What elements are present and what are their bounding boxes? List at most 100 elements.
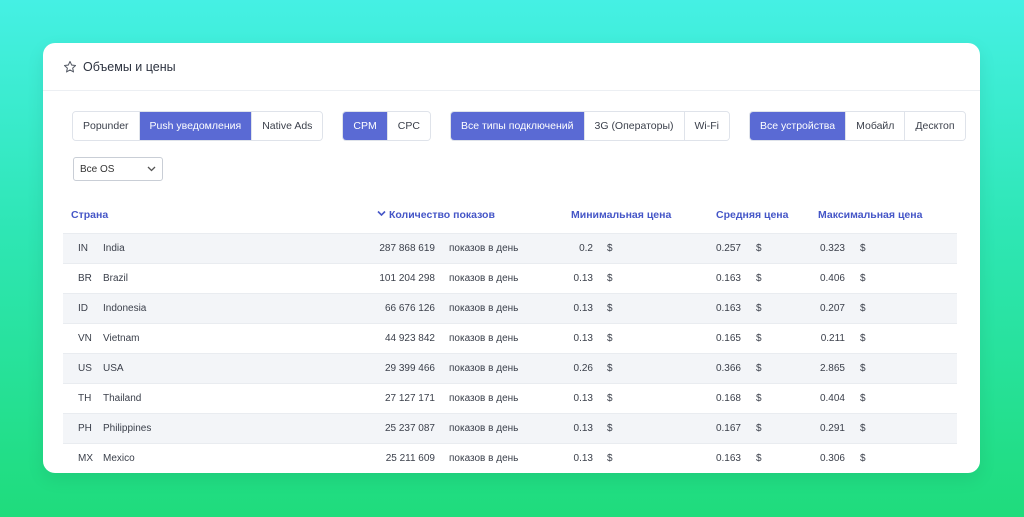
- volumes-table: Страна Количество показов Минимальная це…: [63, 203, 957, 473]
- device-all-button[interactable]: Все устройства: [750, 112, 847, 140]
- avg-price: 0.163: [715, 453, 741, 464]
- max-price-currency: $: [860, 363, 866, 374]
- table-row[interactable]: VN Vietnam 44 923 842 показов в день 0.1…: [63, 323, 957, 353]
- min-price-currency: $: [607, 363, 613, 374]
- max-price-currency: $: [860, 303, 866, 314]
- impressions-count: 287 868 619: [379, 243, 435, 254]
- avg-price: 0.163: [715, 273, 741, 284]
- avg-price: 0.167: [715, 423, 741, 434]
- table-row[interactable]: IN India 287 868 619 показов в день 0.2 …: [63, 233, 957, 263]
- max-price-currency: $: [860, 423, 866, 434]
- max-price: 0.211: [820, 333, 845, 344]
- impressions-count: 44 923 842: [384, 333, 435, 344]
- avg-price: 0.168: [715, 393, 741, 404]
- os-select-value: Все OS: [80, 163, 115, 175]
- max-price-currency: $: [860, 393, 866, 404]
- chevron-down-icon: [147, 164, 156, 175]
- header-min-price[interactable]: Минимальная цена: [571, 209, 671, 221]
- pricing-cpc-button[interactable]: CPC: [387, 112, 430, 140]
- impressions-count: 66 676 126: [384, 303, 435, 314]
- table-row[interactable]: BR Brazil 101 204 298 показов в день 0.1…: [63, 263, 957, 293]
- min-price: 0.13: [573, 273, 593, 284]
- device-desktop-button[interactable]: Десктоп: [905, 112, 965, 140]
- country-name: USA: [103, 363, 124, 374]
- country-code: TH: [78, 393, 92, 404]
- max-price: 0.406: [819, 273, 845, 284]
- min-price: 0.26: [573, 363, 593, 374]
- avg-price-currency: $: [756, 453, 762, 464]
- impressions-count: 101 204 298: [379, 273, 435, 284]
- country-code: IN: [78, 243, 88, 254]
- avg-price-currency: $: [756, 273, 762, 284]
- max-price: 0.291: [819, 423, 845, 434]
- min-price: 0.13: [573, 393, 593, 404]
- impressions-unit: показов в день: [449, 303, 519, 314]
- avg-price-currency: $: [756, 243, 762, 254]
- header-max-price[interactable]: Максимальная цена: [818, 209, 922, 221]
- max-price: 2.865: [819, 363, 845, 374]
- header-count[interactable]: Количество показов: [377, 209, 495, 221]
- min-price-currency: $: [607, 453, 613, 464]
- connection-3g-button[interactable]: 3G (Операторы): [584, 112, 685, 140]
- device-group: Все устройства Мобайл Десктоп: [749, 111, 966, 141]
- pricing-model-group: CPM CPC: [342, 111, 431, 141]
- min-price: 0.13: [573, 303, 593, 314]
- table-row[interactable]: US USA 29 399 466 показов в день 0.26 $ …: [63, 353, 957, 383]
- device-mobile-button[interactable]: Мобайл: [846, 112, 906, 140]
- max-price-currency: $: [860, 243, 866, 254]
- connection-wifi-button[interactable]: Wi-Fi: [684, 112, 729, 140]
- country-name: Thailand: [103, 393, 142, 404]
- table-row[interactable]: PH Philippines 25 237 087 показов в день…: [63, 413, 957, 443]
- country-name: Vietnam: [103, 333, 140, 344]
- country-code: MX: [78, 453, 93, 464]
- filters-bar: Popunder Push уведомления Native Ads CPM…: [72, 111, 980, 141]
- min-price-currency: $: [607, 393, 613, 404]
- impressions-unit: показов в день: [449, 363, 519, 374]
- country-name: Indonesia: [103, 303, 147, 314]
- country-code: VN: [78, 333, 92, 344]
- country-code: US: [78, 363, 92, 374]
- table-row[interactable]: TH Thailand 27 127 171 показов в день 0.…: [63, 383, 957, 413]
- max-price: 0.404: [819, 393, 845, 404]
- avg-price-currency: $: [756, 423, 762, 434]
- impressions-unit: показов в день: [449, 243, 519, 254]
- country-name: Brazil: [103, 273, 129, 284]
- format-push-button[interactable]: Push уведомления: [139, 112, 253, 140]
- connection-all-button[interactable]: Все типы подключений: [450, 112, 585, 140]
- impressions-unit: показов в день: [449, 393, 519, 404]
- header-country[interactable]: Страна: [71, 209, 108, 221]
- min-price-currency: $: [607, 303, 613, 314]
- impressions-count: 27 127 171: [384, 393, 435, 404]
- star-icon[interactable]: [63, 60, 77, 74]
- min-price-currency: $: [607, 243, 613, 254]
- table-header: Страна Количество показов Минимальная це…: [63, 203, 957, 233]
- impressions-unit: показов в день: [449, 453, 519, 464]
- min-price-currency: $: [607, 273, 613, 284]
- sort-chevron-down-icon: [377, 210, 386, 217]
- ad-format-group: Popunder Push уведомления Native Ads: [72, 111, 324, 141]
- country-code: BR: [78, 273, 92, 284]
- format-native-button[interactable]: Native Ads: [252, 112, 323, 140]
- os-select[interactable]: Все OS: [73, 157, 163, 181]
- table-row[interactable]: ID Indonesia 66 676 126 показов в день 0…: [63, 293, 957, 323]
- min-price: 0.13: [573, 453, 593, 464]
- max-price: 0.207: [819, 303, 845, 314]
- avg-price-currency: $: [756, 303, 762, 314]
- avg-price: 0.257: [715, 243, 741, 254]
- max-price: 0.323: [819, 243, 845, 254]
- header-avg-price[interactable]: Средняя цена: [716, 209, 789, 221]
- table-row[interactable]: MX Mexico 25 211 609 показов в день 0.13…: [63, 443, 957, 473]
- pricing-cpm-button[interactable]: CPM: [343, 112, 388, 140]
- country-code: ID: [78, 303, 88, 314]
- country-name: Mexico: [103, 453, 135, 464]
- impressions-unit: показов в день: [449, 273, 519, 284]
- avg-price-currency: $: [756, 363, 762, 374]
- format-popunder-button[interactable]: Popunder: [73, 112, 140, 140]
- card-header: Объемы и цены: [43, 43, 980, 91]
- min-price: 0.13: [573, 423, 593, 434]
- country-name: Philippines: [103, 423, 152, 434]
- avg-price-currency: $: [756, 333, 762, 344]
- connection-group: Все типы подключений 3G (Операторы) Wi-F…: [449, 111, 730, 141]
- avg-price: 0.366: [715, 363, 741, 374]
- min-price: 0.2: [579, 243, 593, 254]
